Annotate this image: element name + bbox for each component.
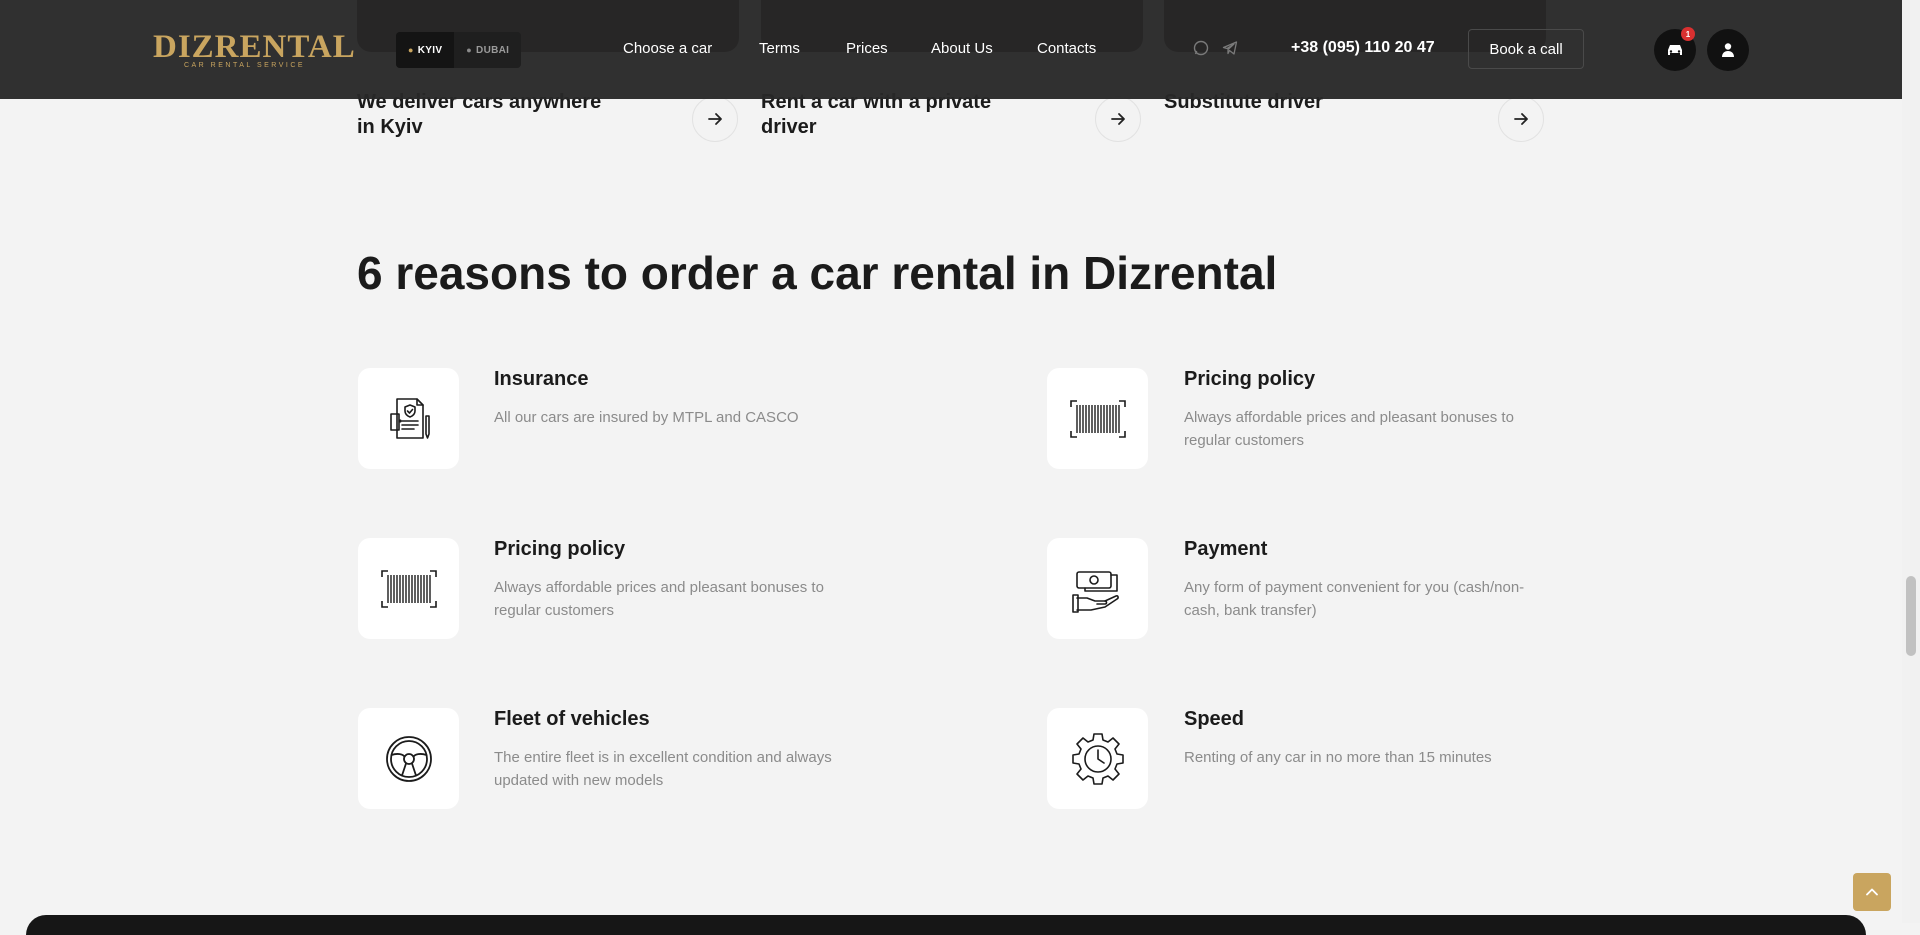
city-switcher: ● KYIV ● DUBAI	[396, 32, 522, 68]
reason-title-insurance: Insurance	[494, 368, 589, 390]
city-dubai[interactable]: ● DUBAI	[454, 32, 521, 68]
next-section-edge	[26, 915, 1866, 935]
insurance-document-icon	[358, 368, 459, 469]
cash-payment-icon	[1047, 538, 1148, 639]
city-kyiv[interactable]: ● KYIV	[396, 32, 455, 68]
location-pin-icon: ●	[466, 45, 473, 55]
reason-title-speed: Speed	[1184, 708, 1245, 730]
nav-contacts[interactable]: Contacts	[1037, 40, 1096, 57]
arrow-right-icon[interactable]	[692, 96, 738, 142]
reason-desc-fleet: The entire fleet is in excellent conditi…	[494, 749, 832, 789]
account-button[interactable]	[1707, 29, 1749, 71]
reason-title-pricing: Pricing policy	[494, 538, 626, 560]
site-header: DIZRENTAL CAR RENTAL SERVICE ● KYIV ● DU…	[0, 0, 1902, 99]
location-pin-icon: ●	[408, 45, 414, 55]
reason-desc-pricing: Always affordable prices and pleasant bo…	[1184, 409, 1514, 449]
scrollbar-track[interactable]	[1902, 0, 1920, 923]
logo-text: DIZRENTAL	[153, 29, 356, 65]
gear-clock-icon	[1047, 708, 1148, 809]
reason-desc-speed: Renting of any car in no more than 15 mi…	[1184, 749, 1492, 766]
arrow-right-icon[interactable]	[1498, 96, 1544, 142]
car-icon	[1668, 45, 1682, 55]
reason-title-fleet: Fleet of vehicles	[494, 708, 650, 730]
arrow-right-icon[interactable]	[1095, 96, 1141, 142]
reason-desc-pricing: Always affordable prices and pleasant bo…	[494, 579, 824, 619]
section-title: 6 reasons to order a car rental in Dizre…	[357, 247, 1278, 299]
steering-wheel-icon	[358, 708, 459, 809]
scrollbar-thumb[interactable]	[1906, 576, 1916, 656]
reason-desc-payment: Any form of payment convenient for you (…	[1184, 579, 1525, 619]
chevron-up-icon	[1866, 888, 1878, 896]
reason-title-pricing: Pricing policy	[1184, 368, 1316, 390]
telegram-icon[interactable]	[1222, 40, 1238, 59]
reason-desc-insurance: All our cars are insured by MTPL and CAS…	[494, 409, 799, 426]
nav-about-us[interactable]: About Us	[931, 40, 993, 57]
phone-number[interactable]: +38 (095) 110 20 47	[1291, 39, 1435, 57]
user-icon	[1722, 43, 1734, 57]
barcode-icon	[358, 538, 459, 639]
nav-terms[interactable]: Terms	[759, 40, 800, 57]
logo[interactable]: DIZRENTAL CAR RENTAL SERVICE	[153, 29, 356, 70]
book-call-button[interactable]: Book a call	[1468, 29, 1584, 69]
cart-count-badge: 1	[1681, 27, 1695, 41]
nav-choose-car[interactable]: Choose a car	[623, 40, 712, 57]
whatsapp-icon[interactable]	[1193, 40, 1209, 59]
city-label: DUBAI	[476, 44, 510, 56]
scroll-to-top-button[interactable]	[1853, 873, 1891, 911]
reason-title-payment: Payment	[1184, 538, 1268, 560]
nav-prices[interactable]: Prices	[846, 40, 888, 57]
city-label: KYIV	[417, 44, 443, 56]
barcode-icon	[1047, 368, 1148, 469]
